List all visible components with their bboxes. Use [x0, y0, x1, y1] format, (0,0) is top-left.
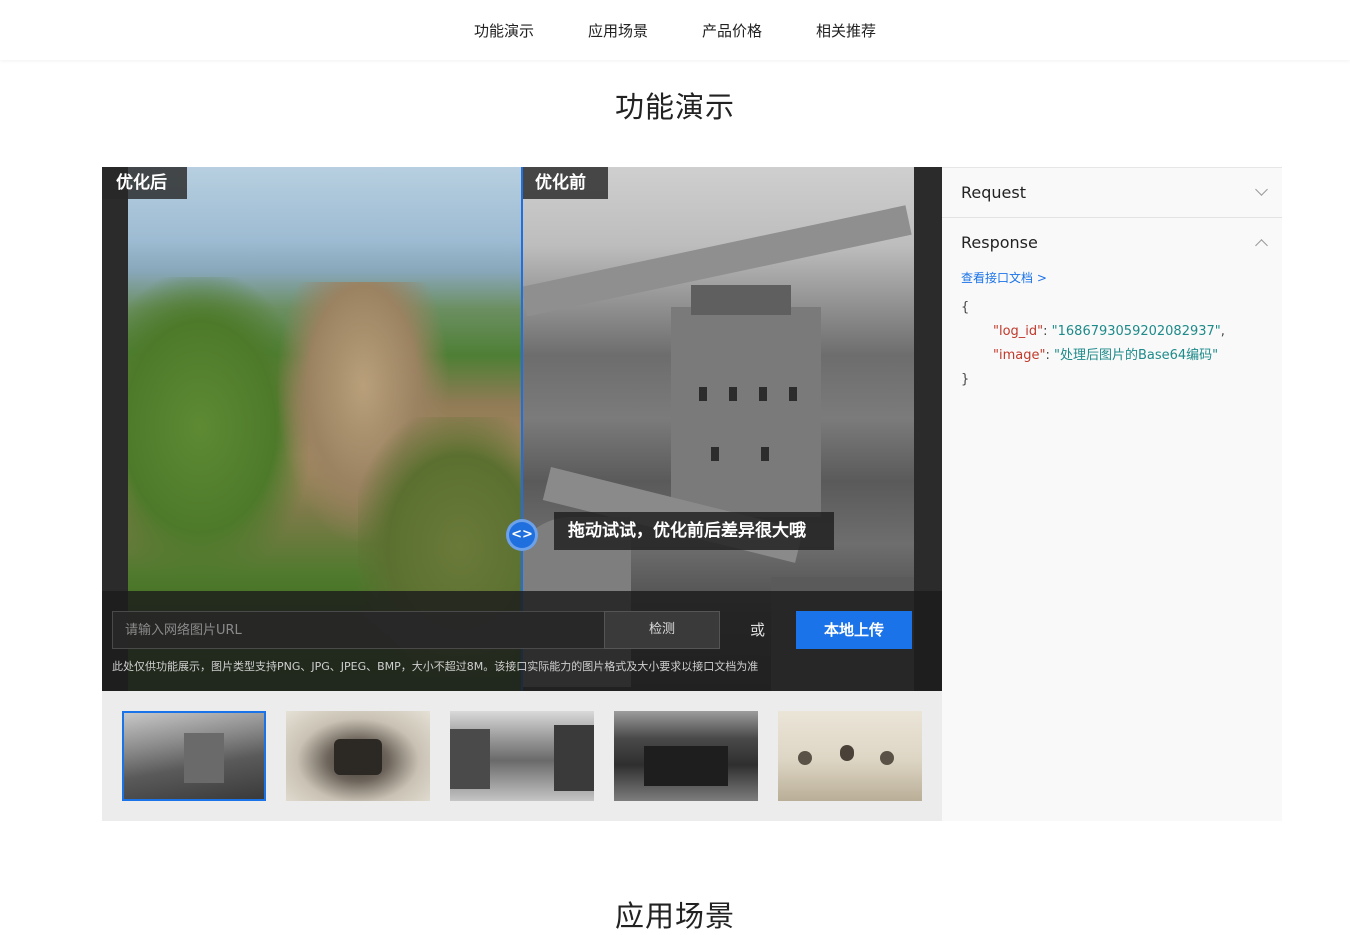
nav-item-recommend[interactable]: 相关推荐	[816, 20, 876, 41]
drag-handle-icon[interactable]: <>	[506, 519, 538, 551]
response-json: { "log_id": "1686793059202082937", "imag…	[961, 296, 1225, 392]
thumbnail-storefront[interactable]	[614, 711, 758, 801]
api-panel: Request Response 查看接口文档 > { "log_id": "1…	[942, 167, 1282, 821]
detect-button[interactable]: 检测	[604, 611, 720, 649]
response-label: Response	[961, 233, 1038, 252]
scenarios-section-title: 应用场景	[614, 899, 735, 933]
json-field-image: "image": "处理后图片的Base64编码"	[993, 348, 1219, 363]
json-field-log-id: "log_id": "1686793059202082937",	[993, 324, 1225, 339]
local-upload-button[interactable]: 本地上传	[796, 611, 912, 649]
nav-item-demo[interactable]: 功能演示	[474, 20, 534, 41]
image-url-input[interactable]	[112, 611, 605, 649]
thumbnail-great-wall[interactable]	[122, 711, 266, 801]
upload-toolbar: 检测 或 本地上传 此处仅供功能展示，图片类型支持PNG、JPG、JPEG、BM…	[102, 591, 942, 691]
response-header[interactable]: Response	[942, 218, 1282, 268]
json-close-brace: }	[961, 372, 970, 387]
before-label: 优化前	[521, 167, 608, 199]
drag-hint: 拖动试试，优化前后差异很大哦	[554, 512, 834, 550]
image-compare-demo: 优化后 优化前 <> 拖动试试，优化前后差异很大哦 检测 或 本地上传 此处仅供…	[102, 167, 942, 691]
request-header[interactable]: Request	[942, 168, 1282, 218]
or-label: 或	[750, 621, 766, 639]
thumbnail-girl-camera[interactable]	[286, 711, 430, 801]
chevron-up-icon	[1255, 239, 1268, 252]
chevron-down-icon	[1255, 183, 1268, 196]
thumbnail-microphones[interactable]	[778, 711, 922, 801]
top-nav: 功能演示 应用场景 产品价格 相关推荐	[0, 0, 1350, 60]
after-label: 优化后	[102, 167, 187, 199]
request-label: Request	[961, 183, 1026, 202]
nav-item-scenarios[interactable]: 应用场景	[588, 20, 648, 41]
nav-item-pricing[interactable]: 产品价格	[702, 20, 762, 41]
json-open-brace: {	[961, 300, 970, 315]
sample-thumbnails	[102, 691, 942, 821]
demo-section-title: 功能演示	[614, 90, 735, 124]
api-doc-link[interactable]: 查看接口文档 >	[961, 269, 1047, 286]
thumbnail-old-street[interactable]	[450, 711, 594, 801]
format-notice: 此处仅供功能展示，图片类型支持PNG、JPG、JPEG、BMP，大小不超过8M。…	[112, 660, 759, 673]
